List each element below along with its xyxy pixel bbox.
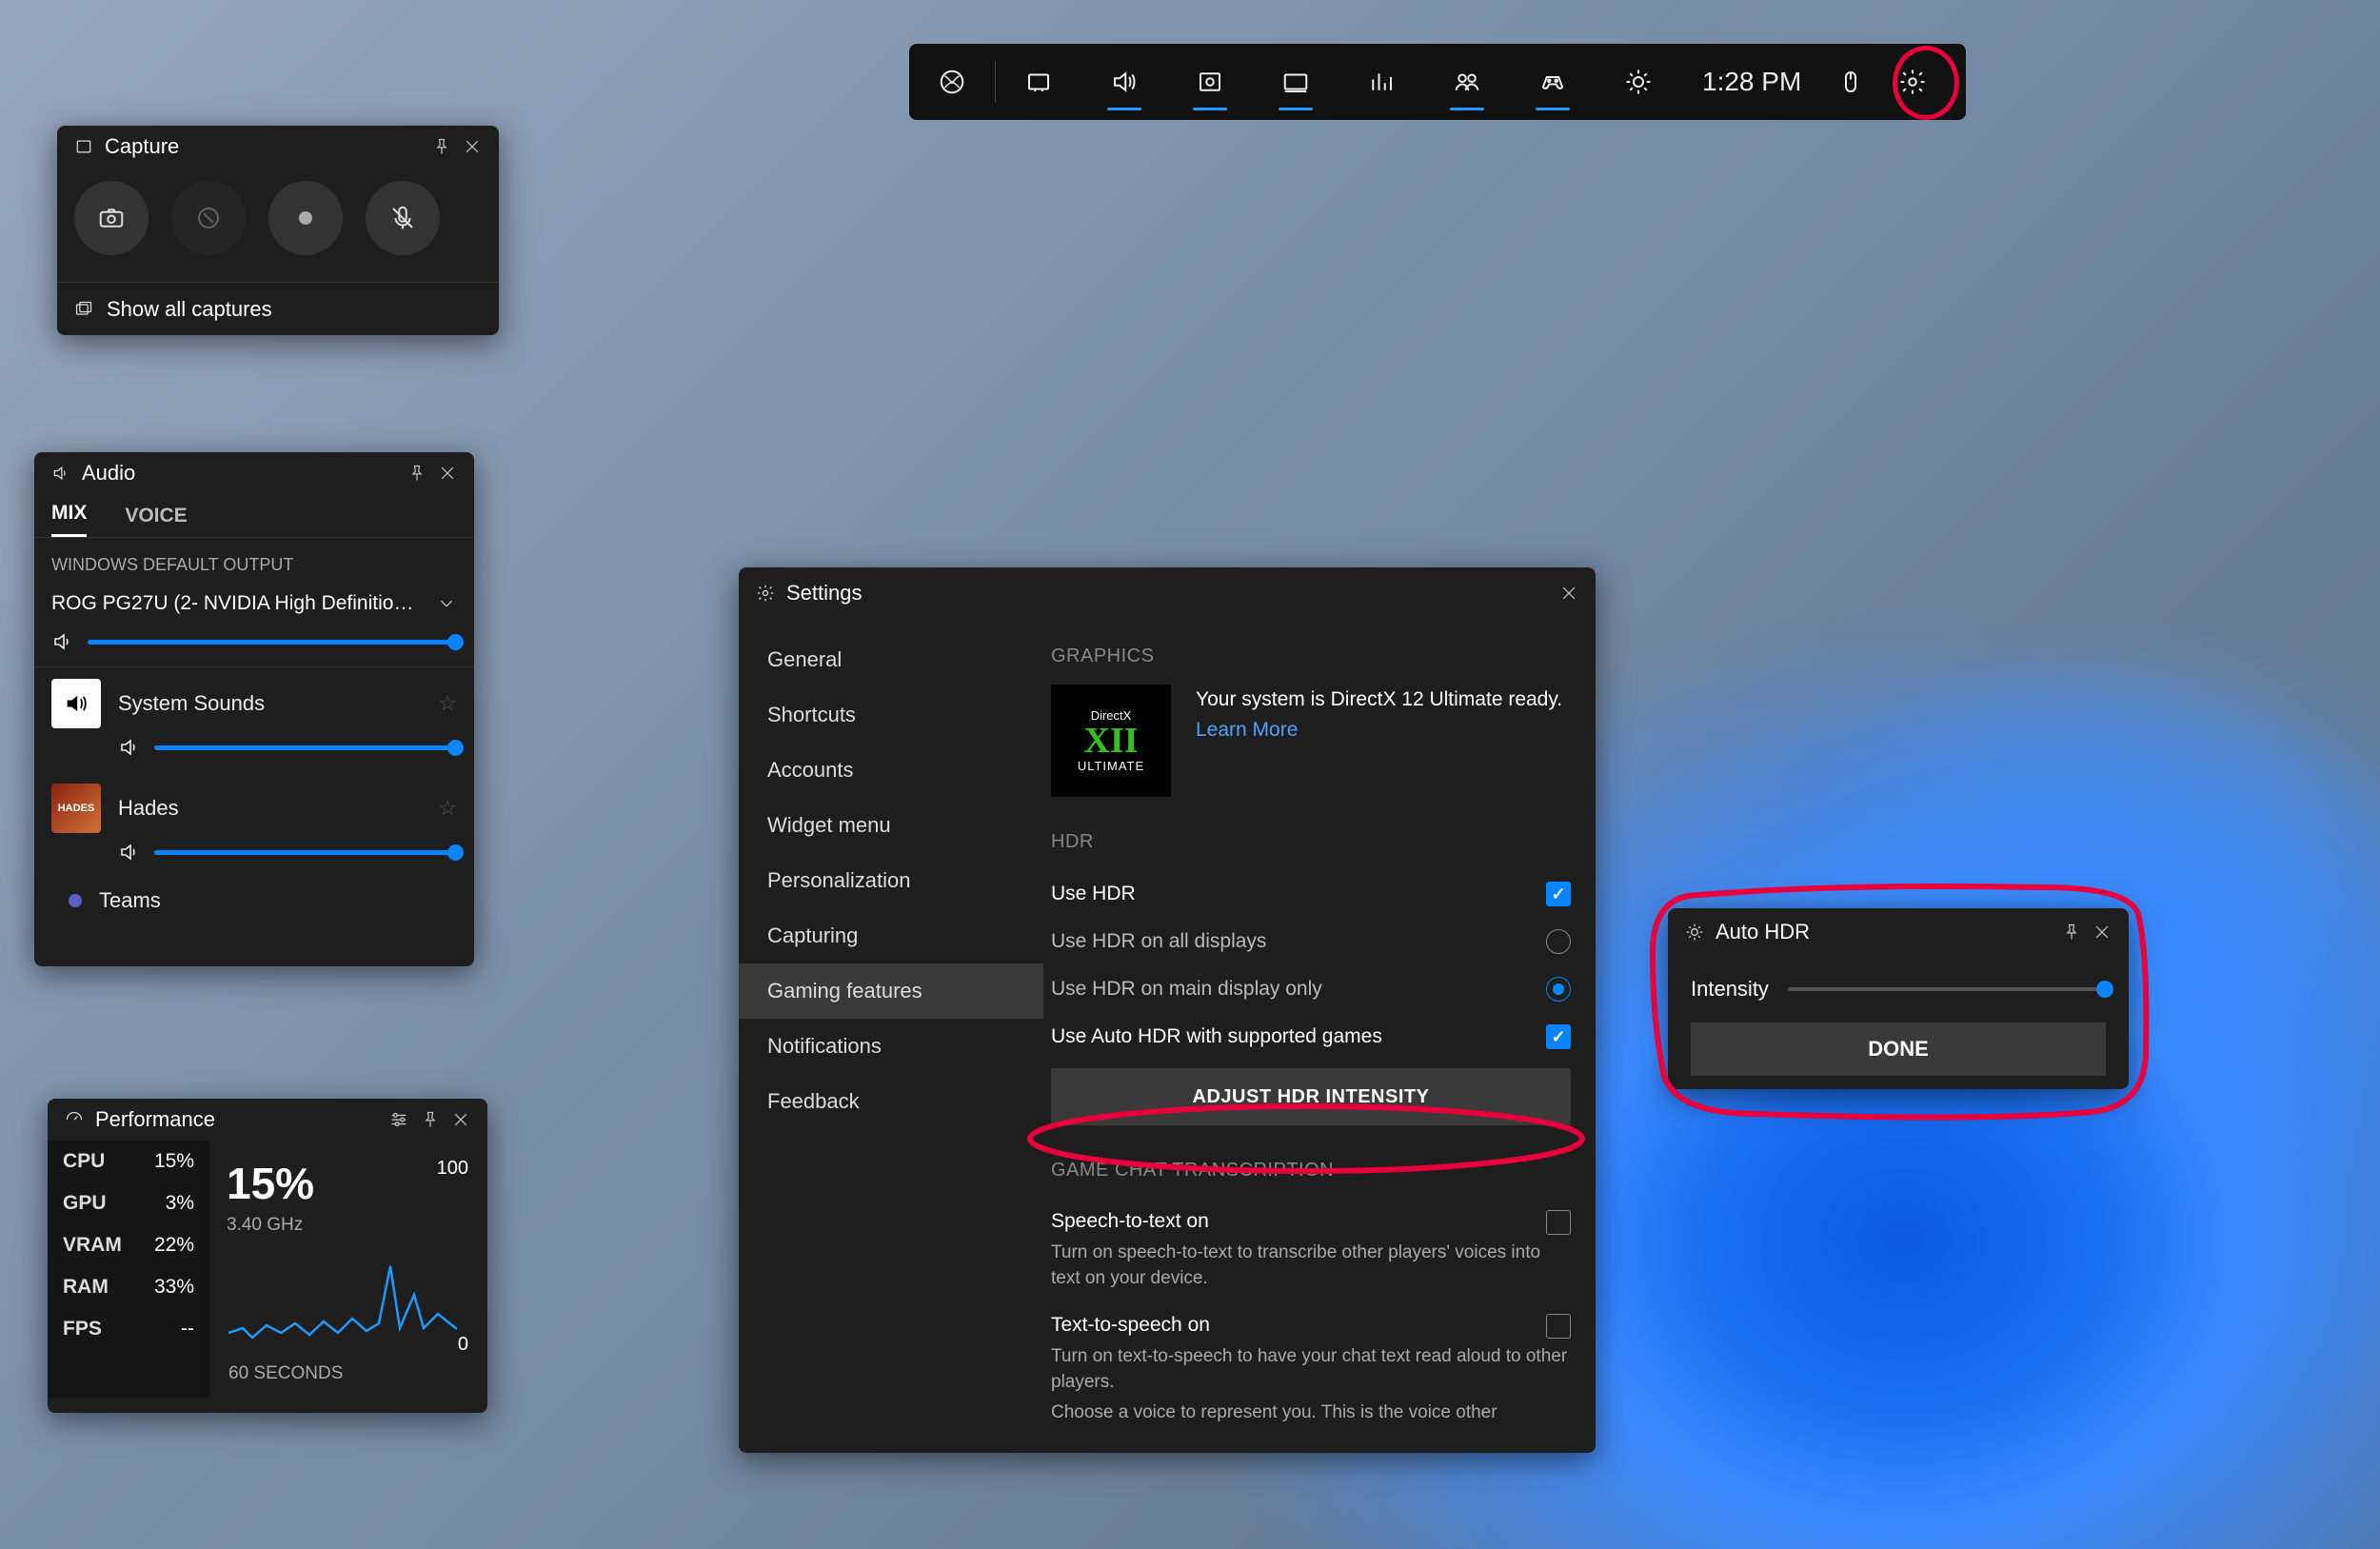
settings-widget: Settings General Shortcuts Accounts Widg… xyxy=(739,567,1596,1453)
social-icon[interactable] xyxy=(1424,44,1510,120)
graphics-heading: GRAPHICS xyxy=(1051,645,1571,667)
tts-checkbox[interactable] xyxy=(1546,1314,1571,1339)
capture-icon[interactable] xyxy=(1167,44,1253,120)
nav-feedback[interactable]: Feedback xyxy=(739,1074,1043,1129)
pin-icon[interactable] xyxy=(2062,923,2081,942)
perf-title-icon xyxy=(65,1110,84,1129)
chat-heading: GAME CHAT TRANSCRIPTION xyxy=(1051,1160,1571,1182)
xbox-icon[interactable] xyxy=(909,44,995,120)
nav-general[interactable]: General xyxy=(739,632,1043,687)
chevron-down-icon xyxy=(436,593,457,614)
speaker-icon xyxy=(118,736,141,759)
directx-logo: DirectX XII ULTIMATE xyxy=(1051,685,1171,797)
nav-notifications[interactable]: Notifications xyxy=(739,1019,1043,1074)
capture-title-icon xyxy=(74,137,93,156)
audio-title: Audio xyxy=(82,461,135,486)
record-button[interactable] xyxy=(268,181,343,255)
use-hdr-checkbox[interactable] xyxy=(1546,882,1571,906)
close-icon[interactable] xyxy=(1559,584,1578,603)
mouse-icon[interactable] xyxy=(1822,44,1879,120)
default-output-label: WINDOWS DEFAULT OUTPUT xyxy=(34,538,474,583)
audio-title-icon xyxy=(51,464,70,483)
nav-personalization[interactable]: Personalization xyxy=(739,853,1043,908)
audio-icon[interactable] xyxy=(1081,44,1167,120)
perf-stats: CPU15% GPU3% VRAM22% RAM33% FPS-- xyxy=(48,1141,209,1398)
widgets-icon[interactable] xyxy=(996,44,1081,120)
mic-off-button[interactable] xyxy=(366,181,440,255)
auto-hdr-title: Auto HDR xyxy=(1716,920,1810,944)
hdr-title-icon xyxy=(1685,923,1704,942)
performance-icon[interactable] xyxy=(1253,44,1339,120)
master-volume-slider[interactable] xyxy=(34,625,474,666)
options-icon[interactable] xyxy=(388,1109,409,1130)
record-last-button[interactable] xyxy=(171,181,246,255)
nav-capturing[interactable]: Capturing xyxy=(739,908,1043,963)
show-all-captures[interactable]: Show all captures xyxy=(57,282,499,335)
system-sounds-icon xyxy=(51,679,101,728)
settings-title-icon xyxy=(756,584,775,603)
done-button[interactable]: DONE xyxy=(1691,1023,2106,1076)
capture-widget: Capture Show all captures xyxy=(57,126,499,335)
gallery-icon xyxy=(74,300,93,319)
learn-more-link[interactable]: Learn More xyxy=(1196,719,1298,741)
nav-accounts[interactable]: Accounts xyxy=(739,743,1043,798)
settings-title: Settings xyxy=(786,581,863,606)
auto-hdr-widget: Auto HDR Intensity DONE xyxy=(1668,908,2129,1089)
output-device-select[interactable]: ROG PG27U (2- NVIDIA High Definition A..… xyxy=(34,583,474,625)
adjust-hdr-button[interactable]: ADJUST HDR INTENSITY xyxy=(1051,1068,1571,1125)
settings-content: GRAPHICS DirectX XII ULTIMATE Your syste… xyxy=(1043,619,1596,1447)
nav-widget-menu[interactable]: Widget menu xyxy=(739,798,1043,853)
tab-voice[interactable]: VOICE xyxy=(125,505,187,537)
hdr-main-radio[interactable] xyxy=(1546,977,1571,1002)
favorite-icon[interactable]: ☆ xyxy=(438,691,457,716)
stt-checkbox[interactable] xyxy=(1546,1210,1571,1235)
hdr-all-radio[interactable] xyxy=(1546,929,1571,954)
app-row-system-sounds: System Sounds ☆ xyxy=(34,667,474,730)
pin-icon[interactable] xyxy=(407,464,426,483)
hades-slider[interactable] xyxy=(34,835,474,877)
perf-title: Performance xyxy=(95,1107,215,1132)
favorite-icon[interactable]: ☆ xyxy=(438,796,457,821)
dx-status: Your system is DirectX 12 Ultimate ready… xyxy=(1196,685,1571,715)
intensity-label: Intensity xyxy=(1691,977,1769,1002)
app-row-hades: HADES Hades ☆ xyxy=(34,772,474,835)
pin-icon[interactable] xyxy=(432,137,451,156)
audio-widget: Audio MIX VOICE WINDOWS DEFAULT OUTPUT R… xyxy=(34,452,474,966)
performance-widget: Performance CPU15% GPU3% VRAM22% RAM33% … xyxy=(48,1099,487,1413)
game-bar: 1:28 PM xyxy=(909,44,1966,120)
system-sounds-slider[interactable] xyxy=(34,730,474,772)
screenshot-button[interactable] xyxy=(74,181,149,255)
perf-chart: 15% 3.40 GHz 100 0 60 SECONDS xyxy=(209,1141,487,1398)
settings-nav: General Shortcuts Accounts Widget menu P… xyxy=(739,619,1043,1447)
app-row-teams: Teams xyxy=(34,877,474,915)
brightness-icon[interactable] xyxy=(1596,44,1681,120)
nav-gaming-features[interactable]: Gaming features xyxy=(739,963,1043,1019)
auto-hdr-checkbox[interactable] xyxy=(1546,1024,1571,1049)
hades-icon: HADES xyxy=(51,784,101,833)
close-icon[interactable] xyxy=(463,137,482,156)
intensity-slider[interactable] xyxy=(1788,987,2106,991)
speaker-icon xyxy=(51,630,74,653)
close-icon[interactable] xyxy=(2092,923,2112,942)
clock: 1:28 PM xyxy=(1681,67,1822,97)
settings-icon[interactable] xyxy=(1879,44,1946,120)
close-icon[interactable] xyxy=(438,464,457,483)
close-icon[interactable] xyxy=(451,1110,470,1129)
sparkline xyxy=(228,1238,457,1352)
tab-mix[interactable]: MIX xyxy=(51,502,87,537)
hdr-heading: HDR xyxy=(1051,831,1571,853)
nav-shortcuts[interactable]: Shortcuts xyxy=(739,687,1043,743)
pin-icon[interactable] xyxy=(421,1110,440,1129)
capture-title: Capture xyxy=(105,134,179,159)
speaker-icon xyxy=(118,841,141,864)
controller-icon[interactable] xyxy=(1510,44,1596,120)
resources-icon[interactable] xyxy=(1339,44,1424,120)
